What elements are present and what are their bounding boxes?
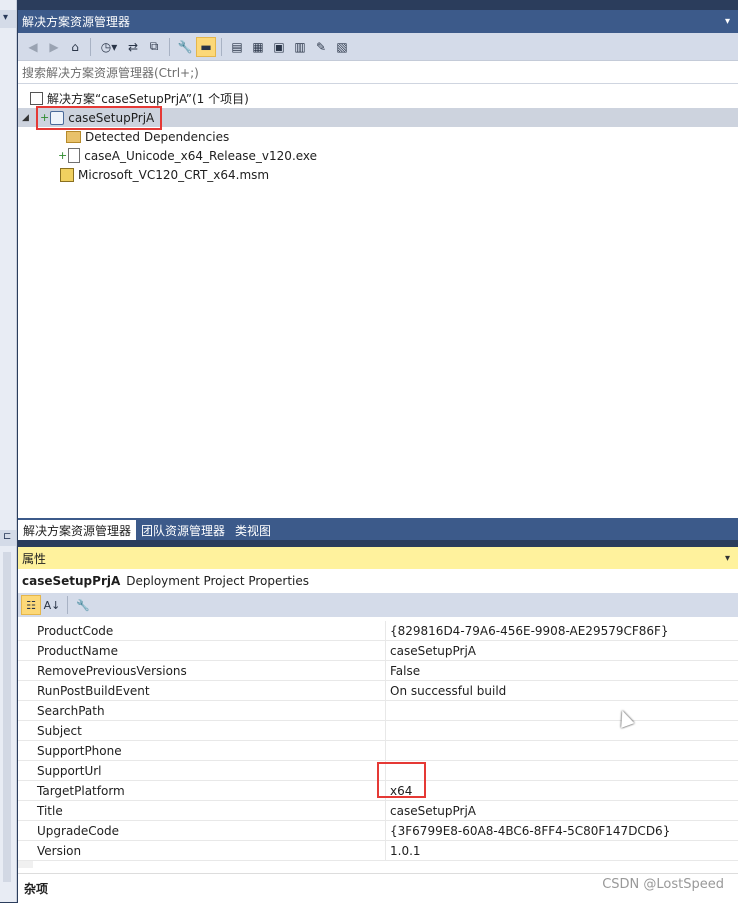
property-name: SearchPath <box>18 701 386 720</box>
folder-icon <box>66 130 81 143</box>
pin-icon: ⊏ <box>3 531 12 542</box>
tree-item-label: Microsoft_VC120_CRT_x64.msm <box>78 167 270 182</box>
property-value[interactable]: False <box>386 661 738 680</box>
solution-search-input[interactable]: 搜索解决方案资源管理器(Ctrl+;) <box>18 61 738 84</box>
solution-tree: 解决方案“caseSetupPrjA”(1 个项目) ◢ + caseSetup… <box>18 84 738 514</box>
tree-item-label: caseA_Unicode_x64_Release_v120.exe <box>84 148 318 163</box>
file-icon <box>68 148 81 163</box>
categorized-icon[interactable]: ☷ <box>21 595 41 615</box>
toolbar-separator <box>169 37 170 56</box>
tree-item[interactable]: + caseA_Unicode_x64_Release_v120.exe <box>58 146 317 165</box>
custom-actions-editor-icon[interactable]: ✎ <box>312 38 330 56</box>
property-row[interactable]: ProductCode {829816D4-79A6-456E-9908-AE29… <box>18 621 738 641</box>
tab-class-view[interactable]: 类视图 <box>230 520 276 540</box>
preview-icon[interactable]: ▬ <box>196 36 216 57</box>
highlight-box <box>36 106 162 130</box>
solution-icon <box>30 92 43 105</box>
property-name: UpgradeCode <box>18 821 386 840</box>
toolbar-separator <box>221 37 222 56</box>
property-name: RunPostBuildEvent <box>18 681 386 700</box>
history-icon[interactable]: ◷▾ <box>97 38 121 56</box>
sync-icon[interactable]: ⇄ <box>124 38 142 56</box>
toolbar-separator <box>67 596 68 614</box>
properties-toolbar: ☷ A↓ 🔧 <box>18 593 738 617</box>
chevron-down-icon[interactable]: ▾ <box>725 553 730 564</box>
solution-explorer-titlebar: 解决方案资源管理器 ▾ <box>18 10 738 33</box>
property-name: ProductCode <box>18 621 386 640</box>
left-dock-scroll-band <box>3 552 11 882</box>
expand-triangle-icon[interactable]: ◢ <box>22 113 29 123</box>
property-name: TargetPlatform <box>18 781 386 800</box>
file-types-editor-icon[interactable]: ▣ <box>270 38 288 56</box>
solution-explorer-panel: 解决方案资源管理器 ▾ ◀ ▶ ⌂ ◷▾ ⇄ ⧉ 🔧 ▬ ▤ ▦ ▣ ▥ ✎ ▧… <box>18 10 738 540</box>
tree-item[interactable]: Microsoft_VC120_CRT_x64.msm <box>60 165 269 184</box>
property-name: Subject <box>18 721 386 740</box>
watermark: CSDN @LostSpeed <box>602 877 724 892</box>
property-value[interactable]: 1.0.1 <box>386 841 738 860</box>
explorer-tab-strip: 解决方案资源管理器 团队资源管理器 类视图 <box>18 518 738 540</box>
tab-solution-explorer[interactable]: 解决方案资源管理器 <box>18 520 137 540</box>
property-row[interactable]: ProductName caseSetupPrjA <box>18 641 738 661</box>
property-pages-icon[interactable]: 🔧 <box>74 596 92 614</box>
property-row[interactable]: Title caseSetupPrjA <box>18 801 738 821</box>
object-selector[interactable]: caseSetupPrjA Deployment Project Propert… <box>18 569 738 593</box>
home-icon[interactable]: ⌂ <box>66 38 84 56</box>
property-value[interactable]: {3F6799E8-60A8-4BC6-8FF4-5C80F147DCD6} <box>386 821 738 840</box>
property-value[interactable]: x64 <box>386 781 738 800</box>
solution-explorer-title: 解决方案资源管理器 <box>22 15 131 29</box>
property-row[interactable]: Version 1.0.1 <box>18 841 738 861</box>
property-value[interactable]: {829816D4-79A6-456E-9908-AE29579CF86F} <box>386 621 738 640</box>
left-dock-strip: ▾ ⊏ <box>0 0 17 902</box>
property-name: SupportPhone <box>18 741 386 760</box>
forward-icon[interactable]: ▶ <box>45 38 63 56</box>
property-name: RemovePreviousVersions <box>18 661 386 680</box>
property-value[interactable]: On successful build <box>386 681 738 700</box>
chevron-down-icon[interactable]: ▾ <box>725 16 730 27</box>
property-name: SupportUrl <box>18 761 386 780</box>
property-name: Version <box>18 841 386 860</box>
alphabetical-icon[interactable]: A↓ <box>43 596 61 614</box>
merge-module-icon <box>60 167 74 182</box>
property-value[interactable] <box>386 761 738 780</box>
file-system-editor-icon[interactable]: ▤ <box>228 38 246 56</box>
tree-item-label: Detected Dependencies <box>85 129 230 144</box>
registry-editor-icon[interactable]: ▦ <box>249 38 267 56</box>
object-type: Deployment Project Properties <box>126 574 309 588</box>
property-value[interactable] <box>386 741 738 760</box>
property-row[interactable]: SupportPhone <box>18 741 738 761</box>
properties-titlebar: 属性 ▾ <box>18 547 738 569</box>
property-value[interactable] <box>386 721 738 740</box>
left-dock-tab-top[interactable]: ▾ <box>0 10 16 28</box>
collapse-all-icon[interactable]: ⧉ <box>145 38 163 56</box>
chevron-down-icon: ▾ <box>3 12 9 23</box>
property-row[interactable]: RemovePreviousVersions False <box>18 661 738 681</box>
launch-conditions-editor-icon[interactable]: ▧ <box>333 38 351 56</box>
property-value[interactable]: caseSetupPrjA <box>386 641 738 660</box>
property-row[interactable]: RunPostBuildEvent On successful build <box>18 681 738 701</box>
back-icon[interactable]: ◀ <box>24 38 42 56</box>
properties-icon[interactable]: 🔧 <box>176 38 194 56</box>
properties-title: 属性 <box>22 551 47 566</box>
tab-team-explorer[interactable]: 团队资源管理器 <box>136 520 230 540</box>
property-value[interactable] <box>386 701 738 720</box>
left-dock-tab-mid[interactable]: ⊏ <box>0 530 16 546</box>
property-value[interactable]: caseSetupPrjA <box>386 801 738 820</box>
solution-explorer-toolbar: ◀ ▶ ⌂ ◷▾ ⇄ ⧉ 🔧 ▬ ▤ ▦ ▣ ▥ ✎ ▧ <box>18 33 738 61</box>
toolbar-separator <box>90 37 91 56</box>
user-interface-editor-icon[interactable]: ▥ <box>291 38 309 56</box>
tree-solution-label: 解决方案“caseSetupPrjA”(1 个项目) <box>47 92 249 106</box>
property-grid: ProductCode {829816D4-79A6-456E-9908-AE29… <box>18 621 738 861</box>
add-plus-icon: + <box>58 149 68 162</box>
property-name: ProductName <box>18 641 386 660</box>
property-name: Title <box>18 801 386 820</box>
object-name: caseSetupPrjA <box>22 574 121 588</box>
highlight-box <box>377 762 426 798</box>
property-row[interactable]: UpgradeCode {3F6799E8-60A8-4BC6-8FF4-5C80… <box>18 821 738 841</box>
